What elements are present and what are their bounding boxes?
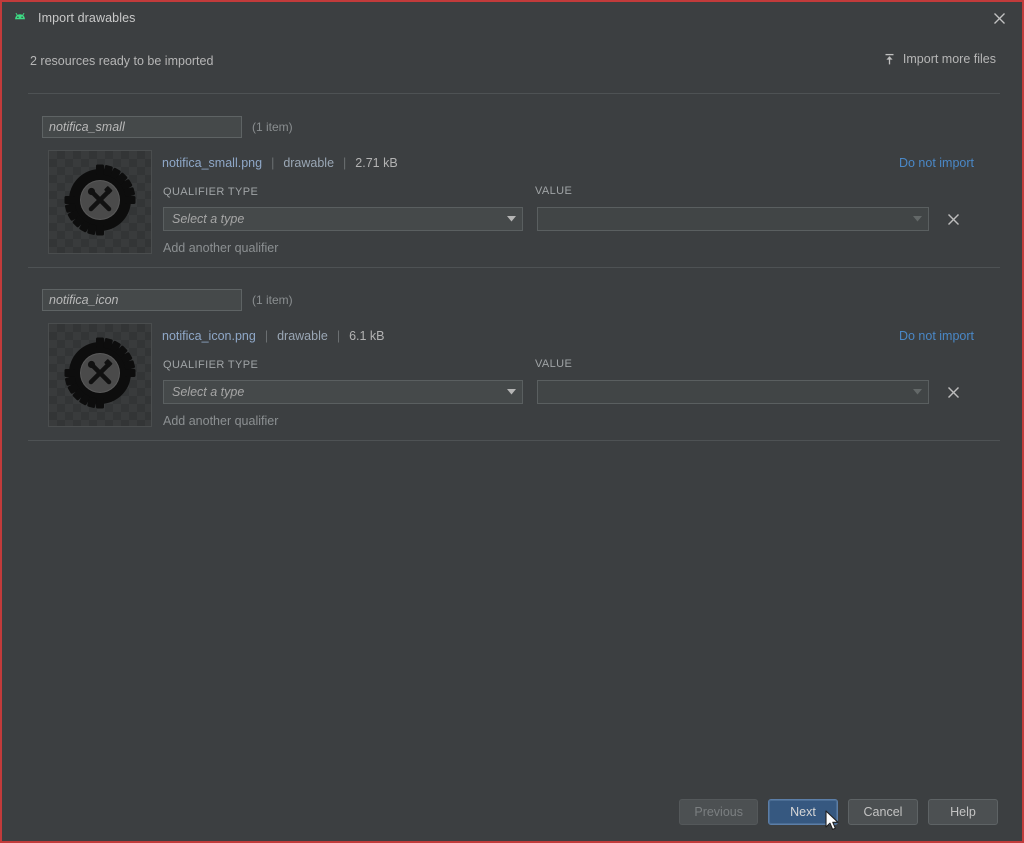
meta-divider: | — [264, 329, 269, 343]
close-icon[interactable] — [977, 2, 1022, 34]
item-count-label: (1 item) — [252, 293, 293, 307]
group-header: (1 item) — [42, 289, 293, 311]
window-title: Import drawables — [38, 11, 136, 25]
next-button[interactable]: Next — [768, 799, 838, 825]
button-bar: Previous Next Cancel Help — [679, 799, 998, 825]
item-count-label: (1 item) — [252, 120, 293, 134]
resource-list: (1 item) — [2, 95, 1022, 789]
resource-type: drawable — [277, 329, 328, 343]
value-label: VALUE — [535, 185, 573, 197]
android-robot-icon — [12, 10, 28, 26]
chevron-down-icon — [500, 216, 522, 222]
chevron-down-icon — [906, 389, 928, 395]
resource-name-input[interactable] — [42, 289, 242, 311]
import-more-files-button[interactable]: Import more files — [883, 52, 996, 66]
qualifier-type-select[interactable]: Select a type — [163, 380, 523, 404]
dialog-footer: Previous Next Cancel Help — [2, 789, 1022, 841]
group-separator — [28, 440, 1000, 441]
resource-name-input[interactable] — [42, 116, 242, 138]
meta-divider: | — [271, 156, 275, 170]
resource-filename[interactable]: notifica_small.png — [162, 156, 262, 170]
previous-button[interactable]: Previous — [679, 799, 758, 825]
qualifier-value-select[interactable] — [537, 380, 929, 404]
dialog-header: 2 resources ready to be imported Import … — [2, 34, 1022, 94]
resource-meta: notifica_icon.png | drawable | 6.1 kB — [162, 329, 385, 343]
meta-divider: | — [336, 329, 341, 343]
qualifier-type-value: Select a type — [172, 212, 245, 226]
add-another-qualifier-link[interactable]: Add another qualifier — [163, 414, 278, 428]
import-more-files-label: Import more files — [902, 52, 996, 66]
do-not-import-link[interactable]: Do not import — [899, 156, 974, 170]
help-button[interactable]: Help — [928, 799, 998, 825]
remove-qualifier-button[interactable] — [943, 209, 963, 229]
gear-hammer-wrench-icon — [64, 164, 136, 241]
resource-filename[interactable]: notifica_icon.png — [162, 329, 256, 343]
import-upload-icon — [883, 53, 896, 66]
header-separator — [28, 93, 1000, 94]
qualifier-type-label: QUALIFIER TYPE — [163, 186, 259, 198]
chevron-down-icon — [500, 389, 522, 395]
status-text: 2 resources ready to be imported — [30, 54, 214, 68]
group-separator — [28, 267, 1000, 268]
title-bar: Import drawables — [2, 2, 1022, 34]
resource-thumbnail — [48, 150, 152, 254]
value-label: VALUE — [535, 358, 573, 370]
group-header: (1 item) — [42, 116, 293, 138]
resource-size: 2.71 kB — [355, 156, 398, 170]
chevron-down-icon — [906, 216, 928, 222]
qualifier-type-select[interactable]: Select a type — [163, 207, 523, 231]
qualifier-value-select[interactable] — [537, 207, 929, 231]
meta-divider: | — [343, 156, 347, 170]
resource-meta: notifica_small.png | drawable | 2.71 kB — [162, 156, 398, 170]
resource-size: 6.1 kB — [349, 329, 385, 343]
qualifier-type-value: Select a type — [172, 385, 245, 399]
resource-thumbnail — [48, 323, 152, 427]
remove-qualifier-button[interactable] — [943, 382, 963, 402]
qualifier-type-label: QUALIFIER TYPE — [163, 359, 259, 371]
cancel-button[interactable]: Cancel — [848, 799, 918, 825]
add-another-qualifier-link[interactable]: Add another qualifier — [163, 241, 278, 255]
import-drawables-dialog: Import drawables 2 resources ready to be… — [0, 0, 1024, 843]
gear-hammer-wrench-icon — [64, 337, 136, 414]
do-not-import-link[interactable]: Do not import — [899, 329, 974, 343]
resource-type: drawable — [283, 156, 335, 170]
